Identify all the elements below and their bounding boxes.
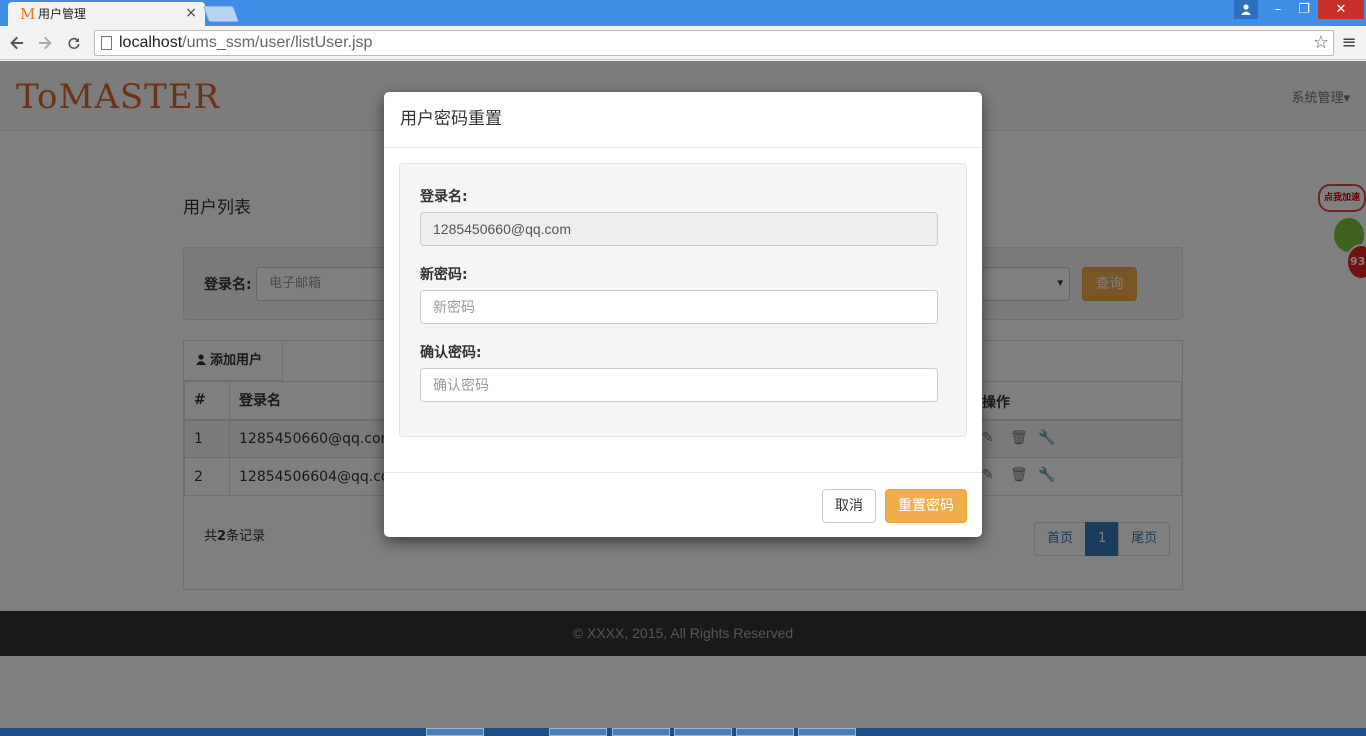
url-bar[interactable]: localhost/ums_ssm/user/listUser.jsp ☆	[94, 30, 1334, 56]
forward-arrow-icon[interactable]	[34, 32, 56, 54]
back-arrow-icon[interactable]	[6, 32, 28, 54]
dialog-header: 用户密码重置	[384, 92, 982, 148]
reset-password-button[interactable]: 重置密码	[885, 489, 967, 523]
star-icon[interactable]: ☆	[1313, 32, 1329, 54]
dialog-form: 登录名: 1285450660@qq.com 新密码: 新密码 确认密码: 确认…	[399, 163, 967, 437]
confirm-password-input[interactable]: 确认密码	[420, 368, 938, 402]
url-path: /ums_ssm/user/listUser.jsp	[182, 34, 373, 51]
os-taskbar	[0, 728, 1366, 736]
taskbar-app-button[interactable]	[549, 728, 607, 736]
confirm-password-label: 确认密码:	[420, 345, 482, 361]
user-profile-icon[interactable]	[1234, 0, 1258, 19]
minimize-window-button[interactable]: –	[1266, 0, 1290, 19]
reload-icon[interactable]	[63, 32, 85, 54]
taskbar-app-button[interactable]	[736, 728, 794, 736]
new-password-input[interactable]: 新密码	[420, 290, 938, 324]
url-host: localhost	[119, 34, 183, 51]
cancel-button[interactable]: 取消	[822, 489, 876, 523]
maximize-window-button[interactable]: ❐	[1292, 0, 1316, 19]
url-text: localhost/ums_ssm/user/listUser.jsp	[119, 34, 372, 52]
page-icon	[101, 36, 112, 50]
tab-title: 用户管理	[38, 7, 87, 21]
reset-password-dialog: 用户密码重置 登录名: 1285450660@qq.com 新密码: 新密码 确…	[384, 92, 982, 537]
browser-tab-bar: M 用户管理 × – ❐ ✕	[0, 0, 1366, 26]
taskbar-app-button[interactable]	[674, 728, 732, 736]
taskbar-app-button[interactable]	[798, 728, 856, 736]
taskbar-app-button[interactable]	[426, 728, 484, 736]
login-name-field: 1285450660@qq.com	[420, 212, 938, 246]
dialog-footer: 取消 重置密码	[384, 472, 982, 537]
hamburger-menu-icon[interactable]: ≡	[1338, 32, 1360, 54]
taskbar-app-button[interactable]	[612, 728, 670, 736]
new-password-label: 新密码:	[420, 267, 468, 283]
login-name-label: 登录名:	[420, 189, 468, 205]
close-tab-icon[interactable]: ×	[185, 5, 197, 21]
dialog-title: 用户密码重置	[400, 109, 502, 129]
browser-toolbar: localhost/ums_ssm/user/listUser.jsp ☆ ≡	[0, 26, 1366, 60]
favicon-icon: M	[20, 5, 36, 23]
new-tab-button[interactable]	[203, 6, 239, 22]
close-window-button[interactable]: ✕	[1318, 0, 1364, 19]
browser-tab[interactable]: M 用户管理 ×	[8, 2, 205, 26]
